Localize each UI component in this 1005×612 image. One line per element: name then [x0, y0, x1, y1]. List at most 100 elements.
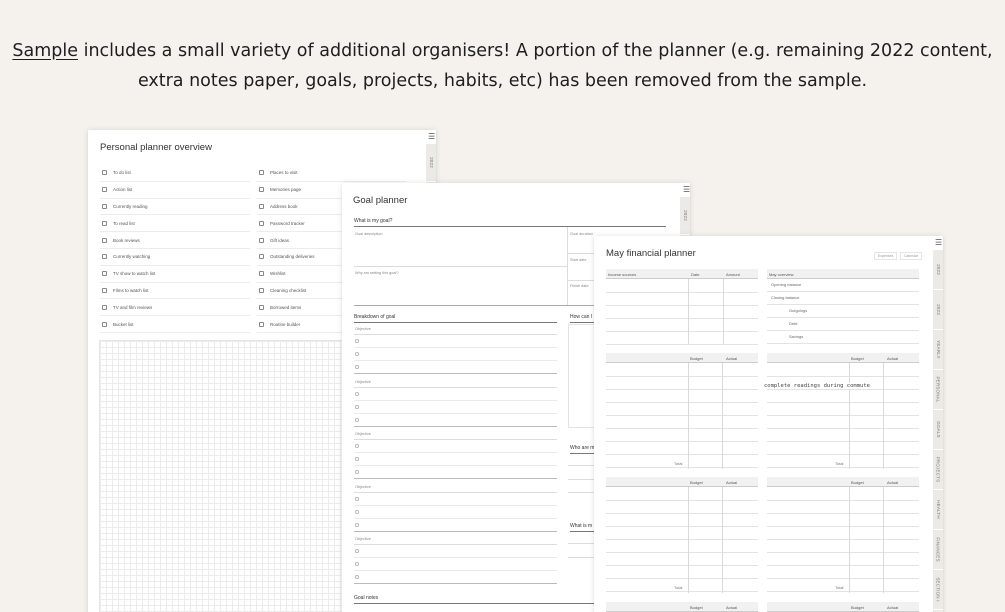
expenses-pill[interactable]: Expenses: [874, 252, 898, 260]
overview-item-label: Outgoings: [789, 308, 808, 313]
objective-checkbox[interactable]: [355, 575, 359, 579]
objective-label: Objective: [355, 485, 371, 489]
list-item-icon: [102, 271, 107, 277]
objective-checkbox[interactable]: [355, 365, 359, 369]
left-list-item[interactable]: To read list: [100, 215, 250, 233]
objective-checkbox[interactable]: [355, 444, 359, 448]
objective-checkbox[interactable]: [355, 562, 359, 566]
tab-2022[interactable]: 2022: [426, 144, 436, 182]
list-item-label: Cleaning checklist: [270, 287, 307, 293]
objective-checkbox[interactable]: [355, 497, 359, 501]
left-list-item[interactable]: Bucket list: [100, 316, 250, 333]
total-label: Total: [835, 461, 844, 466]
handwritten-note: complete readings during commute: [763, 383, 871, 389]
objective-checkbox[interactable]: [355, 470, 359, 474]
list-item-icon: [102, 287, 107, 293]
what-is-my-goal-heading: What is my goal?: [354, 218, 666, 227]
list-item-label: Films to watch list: [113, 287, 149, 293]
list-item-label: Routine builder: [270, 321, 301, 327]
finish-date-label: Finish date: [570, 284, 589, 288]
left-list-item[interactable]: TV and film reviews: [100, 299, 250, 317]
list-item-label: Book reviews: [113, 237, 140, 243]
left-link-list: To do list Action list Currently reading To…: [100, 165, 250, 333]
tab-finances[interactable]: FINANCES: [933, 530, 943, 570]
overview-item-label: Debt: [789, 321, 798, 326]
breakdown-heading: Breakdown of goal: [354, 314, 557, 323]
list-item-icon: [259, 287, 264, 293]
tab-health[interactable]: HEALTH: [933, 490, 943, 530]
list-item-icon: [259, 271, 264, 277]
total-label: Total: [674, 585, 683, 590]
list-item-icon: [102, 304, 107, 310]
overview-item-label: Savings: [789, 334, 804, 339]
left-list-item[interactable]: To do list: [100, 165, 250, 182]
list-item-label: Wishlist: [270, 271, 286, 277]
tab-section-i[interactable]: SECTION I: [933, 570, 943, 610]
tab-2022[interactable]: 2022: [933, 250, 943, 290]
page-title: Personal planner overview: [100, 142, 212, 153]
budget-table-header: Budget Actual: [767, 353, 919, 363]
objective-label: Objective: [355, 432, 371, 436]
list-item-label: TV and film reviews: [113, 304, 153, 310]
list-item-icon: [102, 237, 107, 243]
amount-header: Amount: [726, 272, 740, 277]
left-list-item[interactable]: Currently watching: [100, 249, 250, 266]
notes-grid: [99, 340, 349, 612]
sample-link[interactable]: Sample: [12, 41, 78, 61]
list-item-icon: [102, 170, 107, 176]
menu-icon[interactable]: ☰: [683, 186, 690, 194]
left-list-item[interactable]: Book reviews: [100, 232, 250, 249]
list-item-label: Currently watching: [113, 254, 151, 260]
objective-checkbox[interactable]: [355, 352, 359, 356]
budget-table-header: Budget Actual: [767, 602, 919, 612]
list-item-icon: [259, 170, 264, 176]
list-item-label: To read list: [113, 220, 135, 226]
objective-label: Objective: [355, 380, 371, 384]
objective-checkbox[interactable]: [355, 457, 359, 461]
left-list-item[interactable]: Currently reading: [100, 199, 250, 216]
list-item-label: Action list: [113, 187, 133, 193]
objective-checkbox[interactable]: [355, 523, 359, 527]
list-item-icon: [102, 220, 107, 226]
list-item-icon: [102, 321, 107, 327]
tab-projects[interactable]: PROJECTS: [933, 450, 943, 490]
left-list-item[interactable]: Films to watch list: [100, 283, 250, 300]
goal-duration-label: Goal duration: [570, 232, 593, 236]
objective-checkbox[interactable]: [355, 549, 359, 553]
tab-personal[interactable]: PERSONAL: [933, 370, 943, 410]
left-list-item[interactable]: TV show to watch list: [100, 266, 250, 283]
tab-2022[interactable]: 2022: [680, 197, 690, 235]
goal-description-label: Goal description: [355, 232, 383, 236]
calendar-pill[interactable]: Calendar: [900, 252, 923, 260]
budget-table-header: Budget Actual: [606, 477, 758, 487]
overview-item-label: Closing balance: [771, 295, 800, 300]
headline-line2: extra notes paper, goals, projects, habi…: [137, 71, 868, 91]
list-item-label: To do list: [113, 170, 131, 176]
tab-goals[interactable]: GOALS: [933, 410, 943, 450]
budget-table-header: Budget Actual: [606, 353, 758, 363]
overview-item-label: Opening balance: [771, 282, 802, 287]
page-title: May financial planner: [606, 248, 696, 259]
list-item-label: Borrowed items: [270, 304, 302, 310]
left-list-item[interactable]: Action list: [100, 182, 250, 199]
income-sources-header: Income sources: [608, 272, 637, 277]
list-item-label: Outstanding deliveries: [270, 254, 315, 260]
right-list-item[interactable]: Places to visit: [257, 165, 407, 182]
budget-table-header: Budget Actual: [767, 477, 919, 487]
objective-checkbox[interactable]: [355, 405, 359, 409]
objective-checkbox[interactable]: [355, 339, 359, 343]
tab-yearly[interactable]: YEARLY: [933, 330, 943, 370]
tab-2023[interactable]: 2023: [933, 290, 943, 330]
why-setting-label: Why am setting this goal?: [355, 271, 399, 275]
objective-checkbox[interactable]: [355, 392, 359, 396]
menu-icon[interactable]: ☰: [428, 133, 435, 141]
list-item-label: TV show to watch list: [113, 271, 156, 277]
objective-label: Objective: [355, 537, 371, 541]
objective-label: Objective: [355, 327, 371, 331]
menu-icon[interactable]: ☰: [935, 239, 942, 247]
may-overview-header: May overview: [767, 269, 919, 279]
objective-checkbox[interactable]: [355, 510, 359, 514]
objective-checkbox[interactable]: [355, 418, 359, 422]
budget-table-header: Budget Actual: [606, 602, 758, 612]
income-table-header: Income sources Date Amount: [606, 269, 758, 279]
